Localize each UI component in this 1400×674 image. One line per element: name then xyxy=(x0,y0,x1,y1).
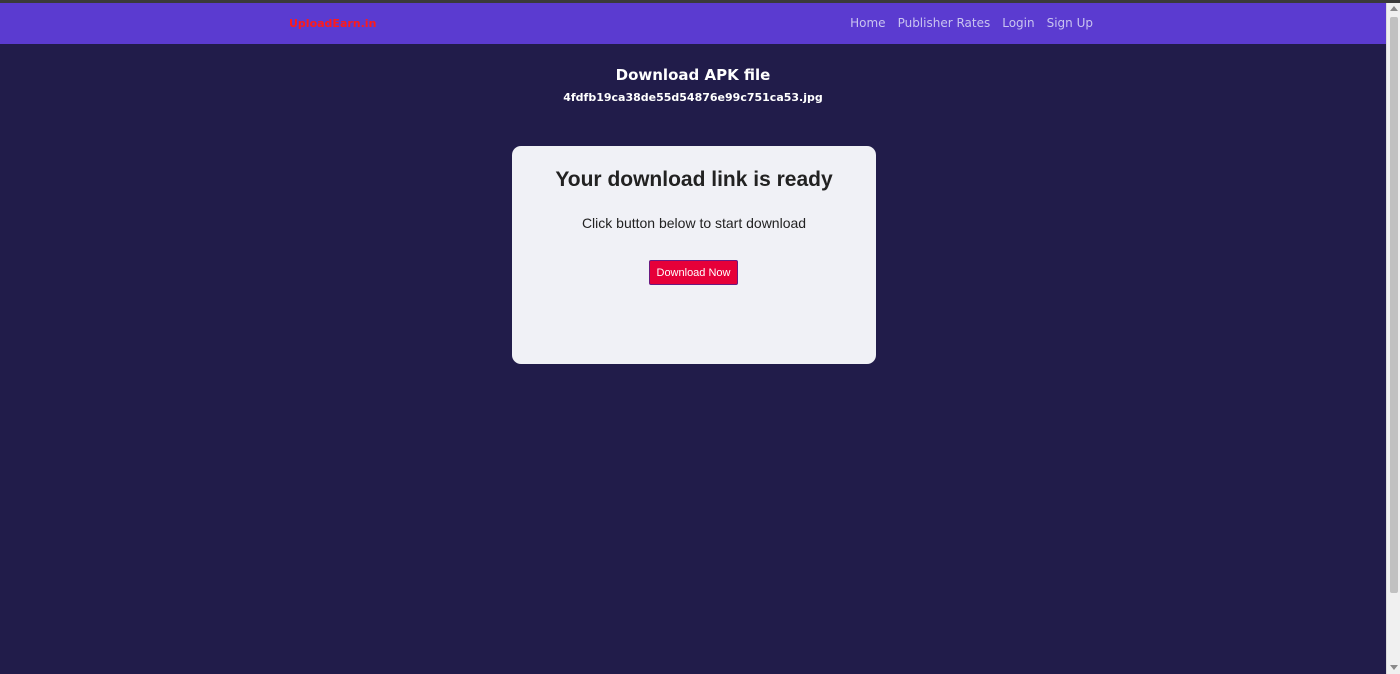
nav-link-login[interactable]: Login xyxy=(1002,16,1034,30)
download-card: Your download link is ready Click button… xyxy=(512,146,876,364)
file-name: 4fdfb19ca38de55d54876e99c751ca53.jpg xyxy=(563,91,823,104)
page-title: Download APK file xyxy=(615,66,771,84)
scroll-up-arrow-icon[interactable] xyxy=(1390,6,1398,11)
vertical-scrollbar[interactable] xyxy=(1386,3,1400,674)
card-instruction: Click button below to start download xyxy=(581,215,807,231)
card-title: Your download link is ready xyxy=(555,168,833,191)
nav-link-sign-up[interactable]: Sign Up xyxy=(1047,16,1093,30)
download-now-button[interactable]: Download Now xyxy=(649,260,738,285)
nav-link-publisher-rates[interactable]: Publisher Rates xyxy=(898,16,991,30)
nav-link-home[interactable]: Home xyxy=(850,16,885,30)
brand-logo-link[interactable]: UploadEarn.in xyxy=(289,17,376,30)
nav-links: Home Publisher Rates Login Sign Up xyxy=(850,16,1093,30)
navbar: UploadEarn.in Home Publisher Rates Login… xyxy=(0,3,1386,44)
scrollbar-thumb[interactable] xyxy=(1390,17,1398,593)
scroll-down-arrow-icon[interactable] xyxy=(1390,665,1398,670)
